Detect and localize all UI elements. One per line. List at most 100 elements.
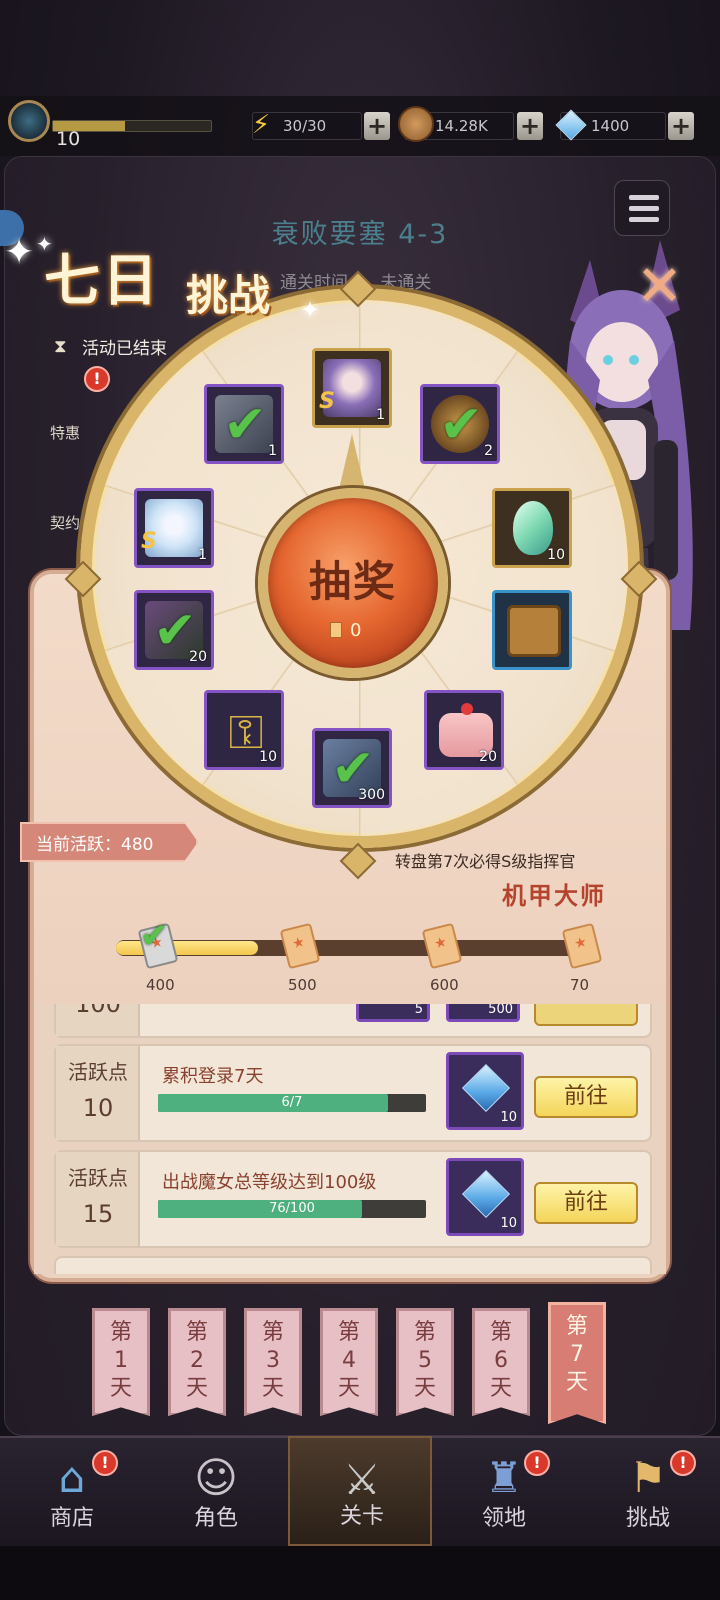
task-row-partial bbox=[54, 1256, 652, 1274]
day-tab-prefix: 第 bbox=[185, 1320, 208, 1345]
day-tab-prefix: 第 bbox=[337, 1320, 360, 1345]
day-tab-number: 2 bbox=[190, 1348, 204, 1373]
milestone-label: 400 bbox=[146, 976, 175, 994]
task-list[interactable]: 100 5 500 活跃点 10 累积登录7天 6/7 10 前往 活跃点 15… bbox=[34, 1004, 666, 1274]
guarantee-text: 转盘第7次必得S级指挥官 bbox=[395, 852, 576, 871]
slot-count: 10 bbox=[547, 547, 565, 563]
player-level: 10 bbox=[56, 128, 81, 150]
territory-alert-badge: ! bbox=[524, 1450, 550, 1476]
event-title-sub: 挑战 bbox=[186, 271, 271, 320]
nav-stage[interactable]: ⚔ 关卡 bbox=[288, 1436, 432, 1546]
task-points: 10 bbox=[82, 1094, 114, 1122]
shop-alert-badge: ! bbox=[92, 1450, 118, 1476]
activity-progress-fill bbox=[116, 941, 258, 955]
lightning-icon: ⚡ bbox=[251, 110, 271, 140]
day-tab-3[interactable]: 第 3 天 bbox=[244, 1308, 302, 1416]
add-stamina-button[interactable]: + bbox=[364, 112, 390, 140]
day-tab-prefix: 第 bbox=[565, 1314, 588, 1339]
level-emblem-icon[interactable] bbox=[8, 100, 50, 142]
day-tab-prefix: 第 bbox=[489, 1320, 512, 1345]
day-tab-suffix: 天 bbox=[185, 1376, 208, 1401]
event-status-text: 活动已结束 bbox=[82, 339, 167, 359]
nav-label: 角色 bbox=[193, 1506, 238, 1531]
slot-count: 2 bbox=[484, 443, 493, 459]
draw-ticket-icon bbox=[330, 622, 342, 638]
task-points-box: 活跃点 15 bbox=[56, 1152, 140, 1246]
challenge-icon: ⚑ bbox=[629, 1453, 667, 1502]
nav-challenge[interactable]: ⚑ 挑战 bbox=[576, 1436, 720, 1546]
s-rank-icon: S bbox=[141, 529, 157, 554]
featured-hero-name: 机甲大师 bbox=[502, 882, 606, 910]
task-progress-bar: 76/100 bbox=[158, 1200, 426, 1218]
reward-count: 5 bbox=[414, 1004, 423, 1017]
task-button-partial[interactable] bbox=[534, 1004, 638, 1026]
go-button[interactable]: 前往 bbox=[534, 1076, 638, 1118]
milestone-label: 700 bbox=[570, 976, 588, 994]
nav-character[interactable]: ☺ 角色 bbox=[144, 1436, 288, 1546]
day-tab-5[interactable]: 第 5 天 bbox=[396, 1308, 454, 1416]
character-icon: ☺ bbox=[194, 1453, 238, 1502]
task-progress-text: 6/7 bbox=[281, 1095, 303, 1110]
day-tab-suffix: 天 bbox=[261, 1376, 284, 1401]
day-tab-number: 4 bbox=[342, 1348, 356, 1373]
task-points: 100 bbox=[75, 1004, 121, 1018]
menu-list-button[interactable] bbox=[614, 180, 670, 236]
side-contract-label[interactable]: 契约 bbox=[50, 512, 80, 533]
reward-slot[interactable]: 10 bbox=[446, 1158, 524, 1236]
draw-button-label[interactable]: 抽奖 bbox=[258, 548, 448, 609]
gem-icon bbox=[461, 1063, 511, 1113]
side-deals-label[interactable]: 特惠 bbox=[50, 422, 80, 443]
nav-label: 关卡 bbox=[339, 1504, 384, 1529]
task-row: 活跃点 10 累积登录7天 6/7 10 前往 bbox=[54, 1044, 652, 1142]
nav-territory[interactable]: ♜ 领地 bbox=[432, 1436, 576, 1546]
task-points-label: 活跃点 bbox=[68, 1060, 128, 1084]
slot-count: 1 bbox=[198, 547, 207, 563]
day-tab-2[interactable]: 第 2 天 bbox=[168, 1308, 226, 1416]
day-tab-6[interactable]: 第 6 天 bbox=[472, 1308, 530, 1416]
day-tab-number: 1 bbox=[114, 1348, 128, 1373]
day-tab-number: 7 bbox=[570, 1342, 584, 1367]
task-row-partial: 100 5 500 bbox=[54, 1004, 652, 1038]
nav-label: 商店 bbox=[49, 1506, 94, 1531]
milestone-label: 600 bbox=[430, 976, 459, 994]
day-tab-4[interactable]: 第 4 天 bbox=[320, 1308, 378, 1416]
slot-count: 1 bbox=[268, 443, 277, 459]
claimed-check-icon: ✔ bbox=[140, 916, 169, 956]
reward-slot[interactable]: 10 bbox=[446, 1052, 524, 1130]
day-tab-suffix: 天 bbox=[489, 1376, 512, 1401]
gem-icon bbox=[554, 108, 588, 142]
day-tab-7[interactable]: 第 7 天 bbox=[548, 1302, 606, 1424]
reward-slot: 5 bbox=[356, 1004, 430, 1022]
system-bar bbox=[0, 1546, 720, 1600]
add-coins-button[interactable]: + bbox=[517, 112, 543, 140]
hourglass-icon: ⧗ bbox=[54, 336, 67, 357]
task-progress-text: 76/100 bbox=[269, 1201, 315, 1216]
wheel-slot-ticket: ✔ 1 bbox=[204, 384, 284, 464]
day-tab-prefix: 第 bbox=[261, 1320, 284, 1345]
cherry-icon bbox=[461, 703, 473, 715]
reward-count: 500 bbox=[488, 1004, 513, 1017]
slot-count: 1 bbox=[376, 407, 385, 423]
nav-shop[interactable]: ⌂ 商店 bbox=[0, 1436, 144, 1546]
slot-count: 20 bbox=[189, 649, 207, 665]
day-tab-1[interactable]: 第 1 天 bbox=[92, 1308, 150, 1416]
day-tab-number: 5 bbox=[418, 1348, 432, 1373]
day-tab-number: 6 bbox=[494, 1348, 508, 1373]
day-tab-suffix: 天 bbox=[109, 1376, 132, 1401]
reward-count: 10 bbox=[500, 1216, 517, 1231]
reward-slot: 500 bbox=[446, 1004, 520, 1022]
go-button[interactable]: 前往 bbox=[534, 1182, 638, 1224]
day-tab-suffix: 天 bbox=[337, 1376, 360, 1401]
task-points-box: 100 bbox=[56, 1004, 140, 1036]
wheel-slot-cake: 20 bbox=[424, 690, 504, 770]
wheel-slot-gem-shard: 10 bbox=[492, 488, 572, 568]
draw-ticket-count: 0 bbox=[350, 620, 362, 641]
wheel-slot-medal: ✔ 2 bbox=[420, 384, 500, 464]
stage-title: 衰败要塞 4-3 bbox=[271, 219, 449, 250]
nav-label: 挑战 bbox=[625, 1506, 670, 1531]
close-icon[interactable]: ✕ bbox=[636, 254, 683, 319]
task-progress-bar: 6/7 bbox=[158, 1094, 426, 1112]
coin-icon bbox=[398, 106, 434, 142]
reward-count: 10 bbox=[500, 1110, 517, 1125]
add-gems-button[interactable]: + bbox=[668, 112, 694, 140]
